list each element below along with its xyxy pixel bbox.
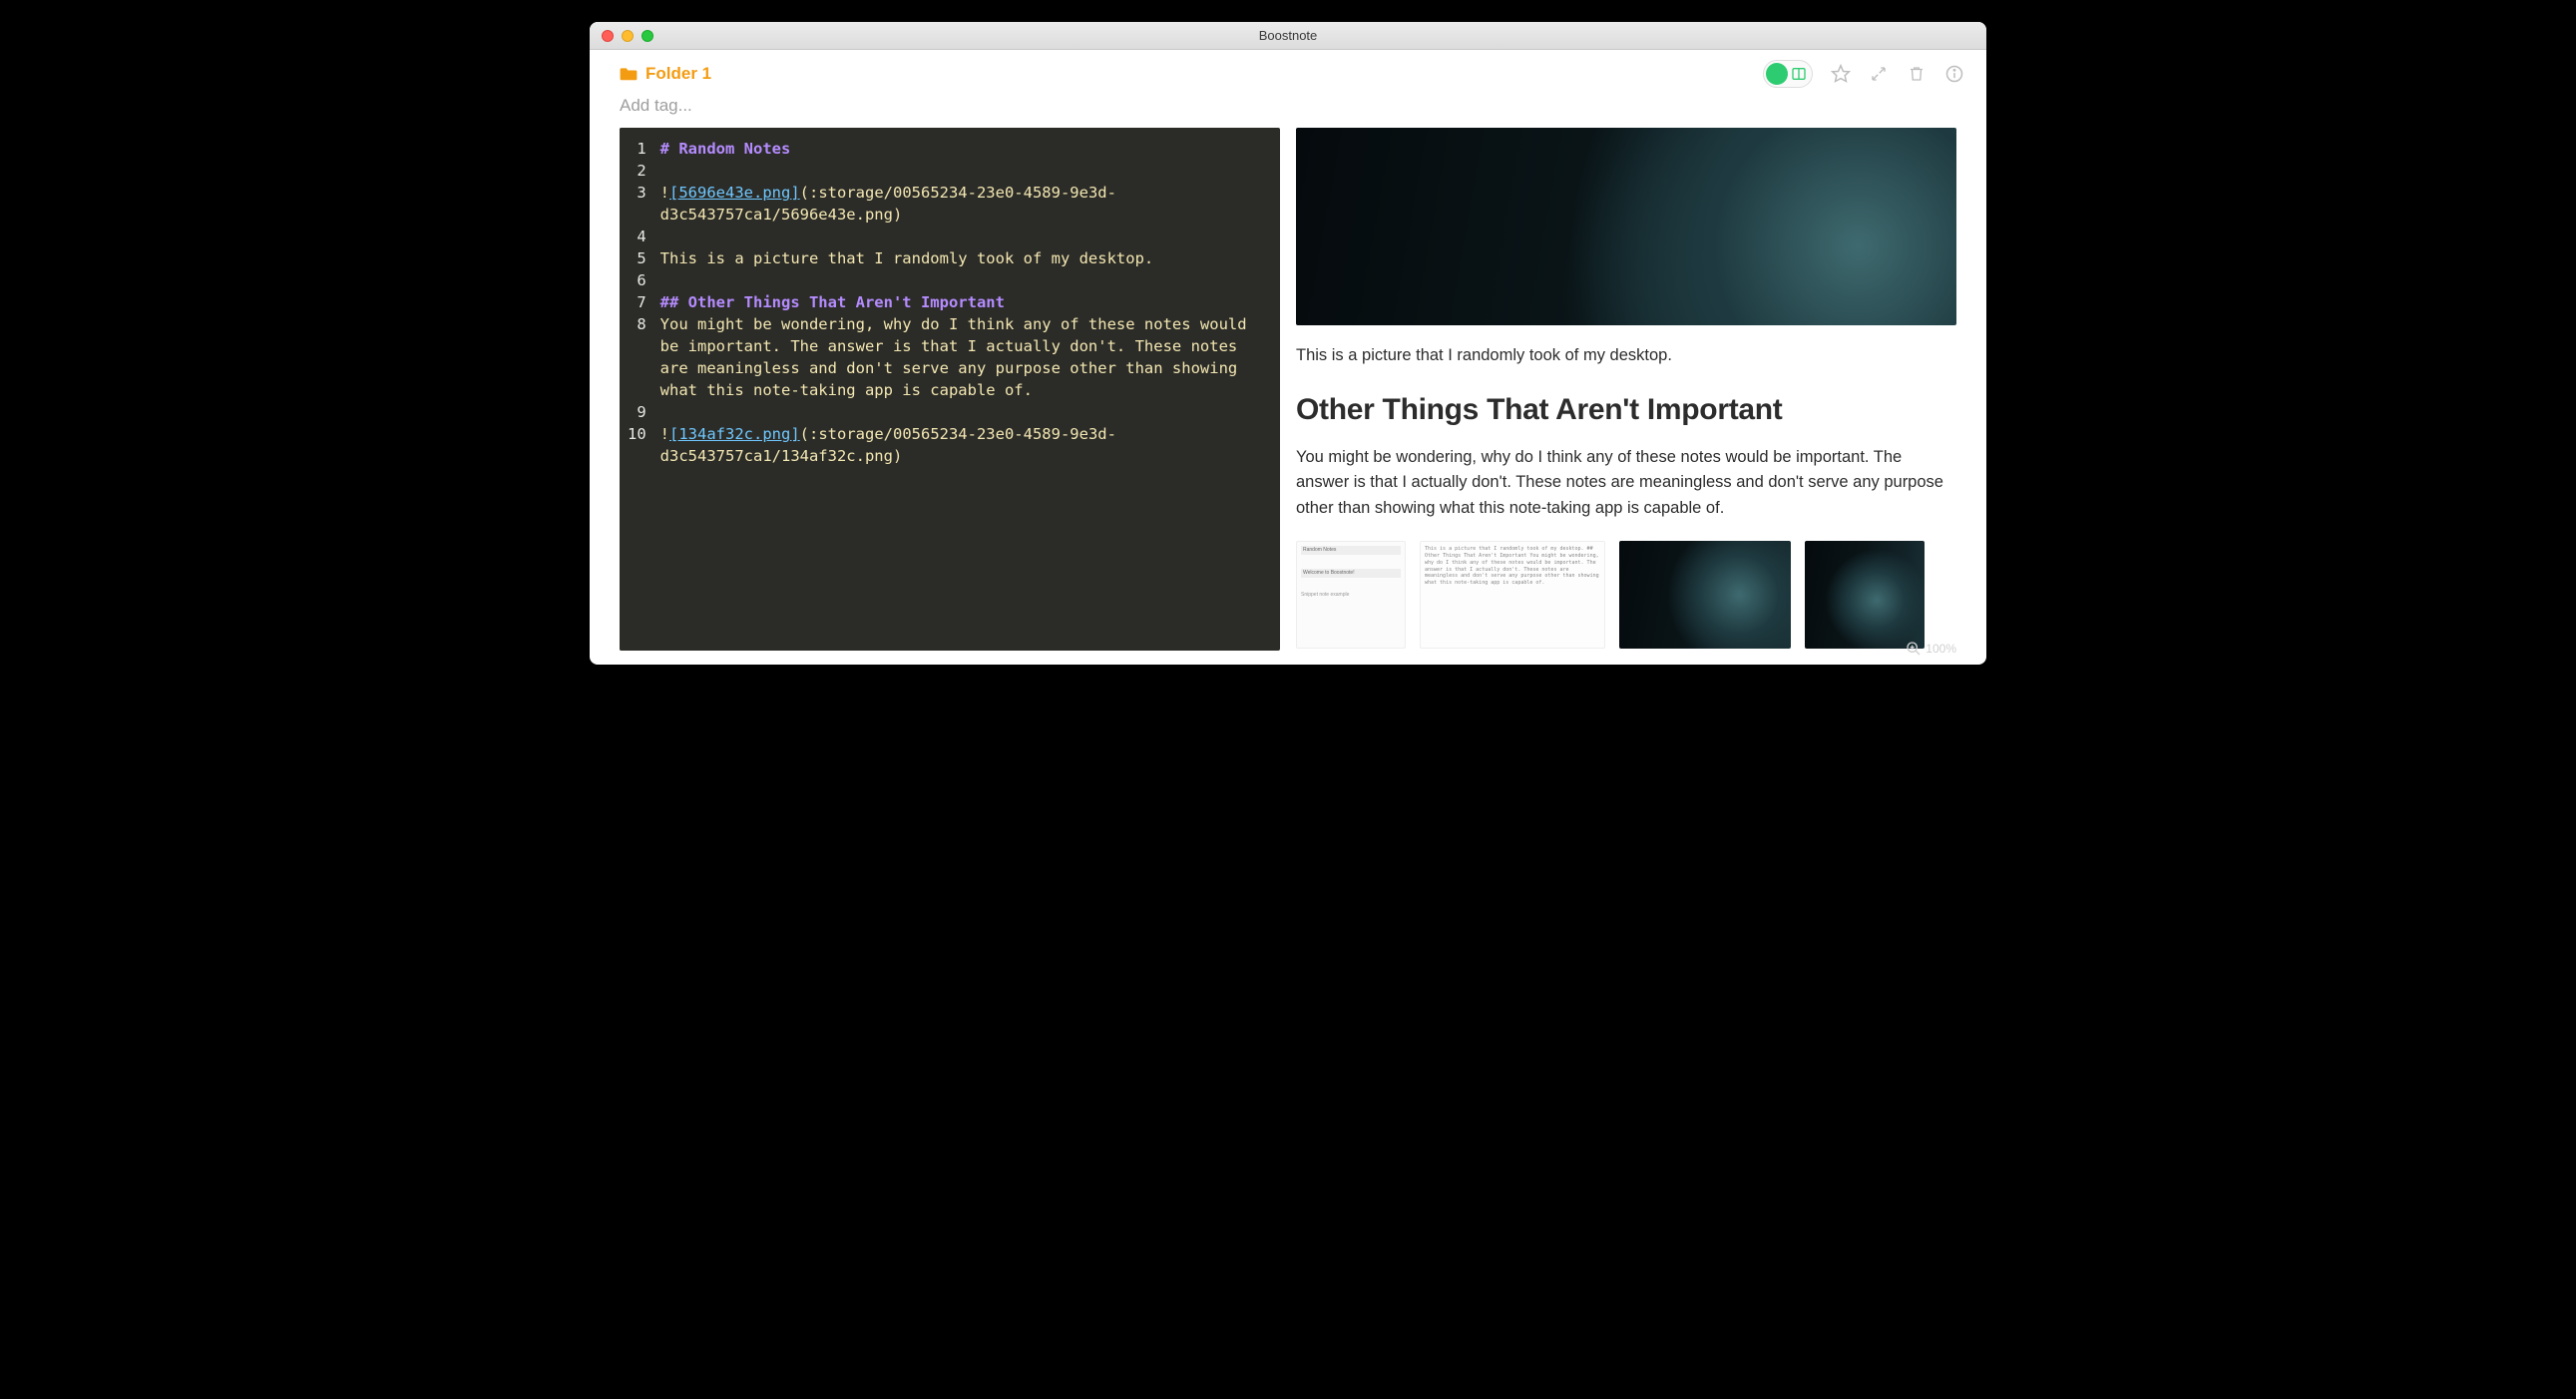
zoom-label: 100% — [1926, 642, 1956, 656]
markdown-editor[interactable]: 12345678910 # Random Notes ![5696e43e.pn… — [620, 128, 1280, 651]
info-button[interactable] — [1944, 64, 1964, 84]
window-title: Boostnote — [590, 28, 1986, 43]
split-mode-icon — [1788, 63, 1810, 85]
fullscreen-button[interactable] — [1869, 64, 1889, 84]
tag-input[interactable] — [620, 96, 919, 116]
thumbnail-notelist: Random Notes Welcome to Boostnote! Snipp… — [1296, 541, 1406, 649]
preview-paragraph: This is a picture that I randomly took o… — [1296, 343, 1956, 369]
app-window: Boostnote Folder 1 — [590, 22, 1986, 665]
folder-label: Folder 1 — [645, 64, 711, 84]
folder-icon — [620, 67, 638, 81]
thumbnail-image — [1805, 541, 1925, 649]
preview-paragraph: You might be wondering, why do I think a… — [1296, 445, 1956, 522]
star-button[interactable] — [1831, 64, 1851, 84]
zoom-indicator[interactable]: 100% — [1906, 641, 1956, 657]
close-button[interactable] — [602, 30, 614, 42]
thumb-item: Random Notes — [1301, 546, 1401, 555]
code-area[interactable]: # Random Notes ![5696e43e.png](:storage/… — [656, 128, 1280, 651]
preview-thumbnails: Random Notes Welcome to Boostnote! Snipp… — [1296, 541, 1956, 649]
zoom-in-icon — [1906, 641, 1922, 657]
thumb-item: Snippet note example — [1301, 592, 1401, 599]
edit-mode-icon — [1766, 63, 1788, 85]
preview-heading: Other Things That Aren't Important — [1296, 393, 1956, 427]
thumbnail-image — [1619, 541, 1791, 649]
titlebar: Boostnote — [590, 22, 1986, 50]
maximize-button[interactable] — [642, 30, 653, 42]
tag-row — [590, 92, 1986, 128]
content-split: 12345678910 # Random Notes ![5696e43e.pn… — [590, 128, 1986, 665]
header-actions — [1763, 60, 1964, 88]
view-mode-toggle[interactable] — [1763, 60, 1813, 88]
markdown-preview: This is a picture that I randomly took o… — [1296, 128, 1956, 651]
folder-breadcrumb[interactable]: Folder 1 — [620, 64, 711, 84]
minimize-button[interactable] — [622, 30, 634, 42]
thumbnail-code: This is a picture that I randomly took o… — [1420, 541, 1605, 649]
line-gutter: 12345678910 — [620, 128, 656, 651]
preview-image — [1296, 128, 1956, 325]
trash-button[interactable] — [1907, 64, 1927, 84]
traffic-lights — [590, 30, 653, 42]
thumb-item: Welcome to Boostnote! — [1301, 569, 1401, 578]
note-header: Folder 1 — [590, 50, 1986, 92]
